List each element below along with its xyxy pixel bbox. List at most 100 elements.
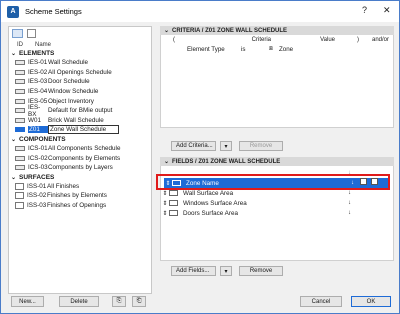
group-label: SURFACES (19, 173, 55, 181)
zone-icon: ⧈ (269, 45, 273, 52)
item-name: All Components Schedule (48, 145, 121, 153)
schedule-icon (15, 89, 25, 95)
item-id: ICS-03 (28, 164, 48, 172)
field-label: Windows Surface Area (183, 199, 247, 207)
delete-button[interactable]: Delete (59, 296, 99, 307)
list-item[interactable]: IES-03 Door Schedule (9, 77, 151, 87)
list-item[interactable]: IES-01 Wall Schedule (9, 58, 151, 68)
item-name: Window Schedule (48, 88, 99, 96)
add-fields-button[interactable]: Add Fields... (171, 266, 216, 276)
field-type-icon (169, 210, 178, 216)
list-column-header: ID Name (9, 40, 151, 49)
item-id: IES-BX (28, 103, 41, 118)
fields-section-title: FIELDS / Z01 ZONE WALL SCHEDULE (172, 158, 281, 165)
chevron-down-icon[interactable]: ⌄ (164, 158, 169, 165)
remove-criteria-button[interactable]: Remove (239, 141, 283, 151)
export-icon[interactable]: ⎗ (132, 296, 146, 307)
chevron-down-icon[interactable]: ⌄ (11, 50, 19, 57)
schedule-icon (15, 165, 25, 171)
item-name: Brick Wall Schedule (48, 116, 104, 124)
folder-view-icon[interactable] (27, 29, 36, 38)
field-type-icon (169, 200, 178, 206)
list-item[interactable]: ICS-01 All Components Schedule (9, 144, 151, 154)
field-row[interactable]: ⇕ Doors Surface Area ↓ (161, 208, 393, 218)
item-name-edit-field[interactable]: Zone Wall Schedule (48, 125, 120, 135)
chevron-down-icon[interactable]: ⌄ (11, 136, 19, 143)
field-label: Wall Surface Area (183, 189, 234, 197)
field-checkbox-icon[interactable]: ⇕ (161, 210, 169, 217)
group-label: ELEMENTS (19, 50, 55, 57)
criteria-operator[interactable]: is (241, 46, 269, 53)
field-checkbox-icon[interactable]: ⇕ (161, 190, 169, 197)
title-bar: A Scheme Settings ? ✕ (1, 1, 399, 22)
import-icon[interactable]: ⎘ (112, 296, 126, 307)
item-id: W01 (28, 116, 41, 124)
sort-arrow-icon[interactable]: ↓ (348, 200, 351, 206)
criteria-section-title: CRITERIA / Z01 ZONE WALL SCHEDULE (172, 27, 288, 34)
item-name: All Finishes (47, 182, 80, 190)
app-icon: A (7, 5, 19, 18)
ok-button[interactable]: OK (351, 296, 391, 307)
cancel-button[interactable]: Cancel (300, 296, 342, 307)
list-item[interactable]: IES-02 All Openings Schedule (9, 68, 151, 78)
item-name: Door Schedule (48, 78, 90, 86)
item-name: Finishes by Elements (47, 192, 107, 200)
schedule-icon (15, 155, 25, 161)
name-column-header[interactable]: Name (35, 42, 51, 48)
new-button[interactable]: New... (11, 296, 44, 307)
criteria-field[interactable]: Element Type (187, 46, 241, 53)
group-surfaces[interactable]: ⌄ SURFACES (9, 173, 151, 182)
id-column-header[interactable]: ID (9, 42, 35, 48)
add-criteria-dropdown-icon[interactable]: ▾ (220, 141, 232, 151)
item-id: Z01 (28, 126, 48, 134)
list-item[interactable]: ICS-03 Components by Layers (9, 163, 151, 173)
chevron-down-icon[interactable]: ⌄ (11, 174, 19, 181)
group-label: COMPONENTS (19, 135, 66, 143)
list-item[interactable]: ISS-01 All Finishes (9, 182, 151, 192)
add-criteria-button[interactable]: Add Criteria... (171, 141, 216, 151)
scheme-detail-panel: ⌄ CRITERIA / Z01 ZONE WALL SCHEDULE ( Cr… (160, 26, 394, 128)
list-toolbar (9, 27, 151, 40)
schedule-icon (15, 98, 25, 104)
sort-arrow-icon[interactable]: ↓ (348, 190, 351, 196)
criteria-row[interactable]: Element Type is ⧈ Zone (161, 44, 393, 54)
scheme-settings-window: A Scheme Settings ? ✕ ID Name ⌄ ELEMENTS… (0, 0, 400, 314)
criteria-section-header[interactable]: ⌄ CRITERIA / Z01 ZONE WALL SCHEDULE (160, 26, 394, 35)
list-item[interactable]: ISS-02 Finishes by Elements (9, 191, 151, 201)
list-view-icon[interactable] (12, 29, 23, 38)
surface-icon (15, 202, 24, 210)
close-icon[interactable]: ✕ (383, 5, 391, 16)
list-item[interactable]: ISS-03 Finishes of Openings (9, 201, 151, 211)
sort-arrow-icon[interactable]: ↓ (348, 210, 351, 216)
criteria-header: Criteria (251, 36, 271, 43)
field-checkbox-icon[interactable]: ⇕ (161, 200, 169, 207)
highlight-box (156, 174, 390, 190)
item-name: Components by Elements (48, 154, 121, 162)
item-id: IES-01 (28, 59, 48, 67)
schedule-icon (15, 108, 25, 114)
field-row[interactable]: ⇕ Windows Surface Area ↓ (161, 198, 393, 208)
item-id: ISS-01 (27, 182, 47, 190)
list-item[interactable]: W01 Brick Wall Schedule (9, 116, 151, 126)
schedule-icon (15, 127, 25, 133)
fields-section-header[interactable]: ⌄ FIELDS / Z01 ZONE WALL SCHEDULE (160, 157, 394, 166)
help-icon[interactable]: ? (362, 5, 367, 15)
criteria-column-header: ( Criteria Value ) and/or (161, 35, 393, 44)
criteria-value[interactable]: Zone (279, 46, 293, 53)
open-paren-header: ( (173, 36, 175, 43)
scheme-list-panel: ID Name ⌄ ELEMENTS IES-01 Wall Schedule I… (8, 26, 152, 294)
add-fields-dropdown-icon[interactable]: ▾ (220, 266, 232, 276)
group-components[interactable]: ⌄ COMPONENTS (9, 135, 151, 144)
list-item[interactable]: IES-BX Default for BMie output (9, 103, 151, 118)
schedule-icon (15, 146, 25, 152)
list-item[interactable]: IES-04 Window Schedule (9, 87, 151, 97)
surface-icon (15, 182, 24, 190)
list-item-selected[interactable]: Z01 Zone Wall Schedule (9, 125, 151, 135)
list-item[interactable]: ICS-02 Components by Elements (9, 153, 151, 163)
field-type-icon (169, 190, 178, 196)
group-elements[interactable]: ⌄ ELEMENTS (9, 49, 151, 58)
remove-field-button[interactable]: Remove (239, 266, 283, 276)
item-id: ICS-02 (28, 154, 48, 162)
chevron-down-icon[interactable]: ⌄ (164, 27, 169, 34)
item-id: ICS-01 (28, 145, 48, 153)
